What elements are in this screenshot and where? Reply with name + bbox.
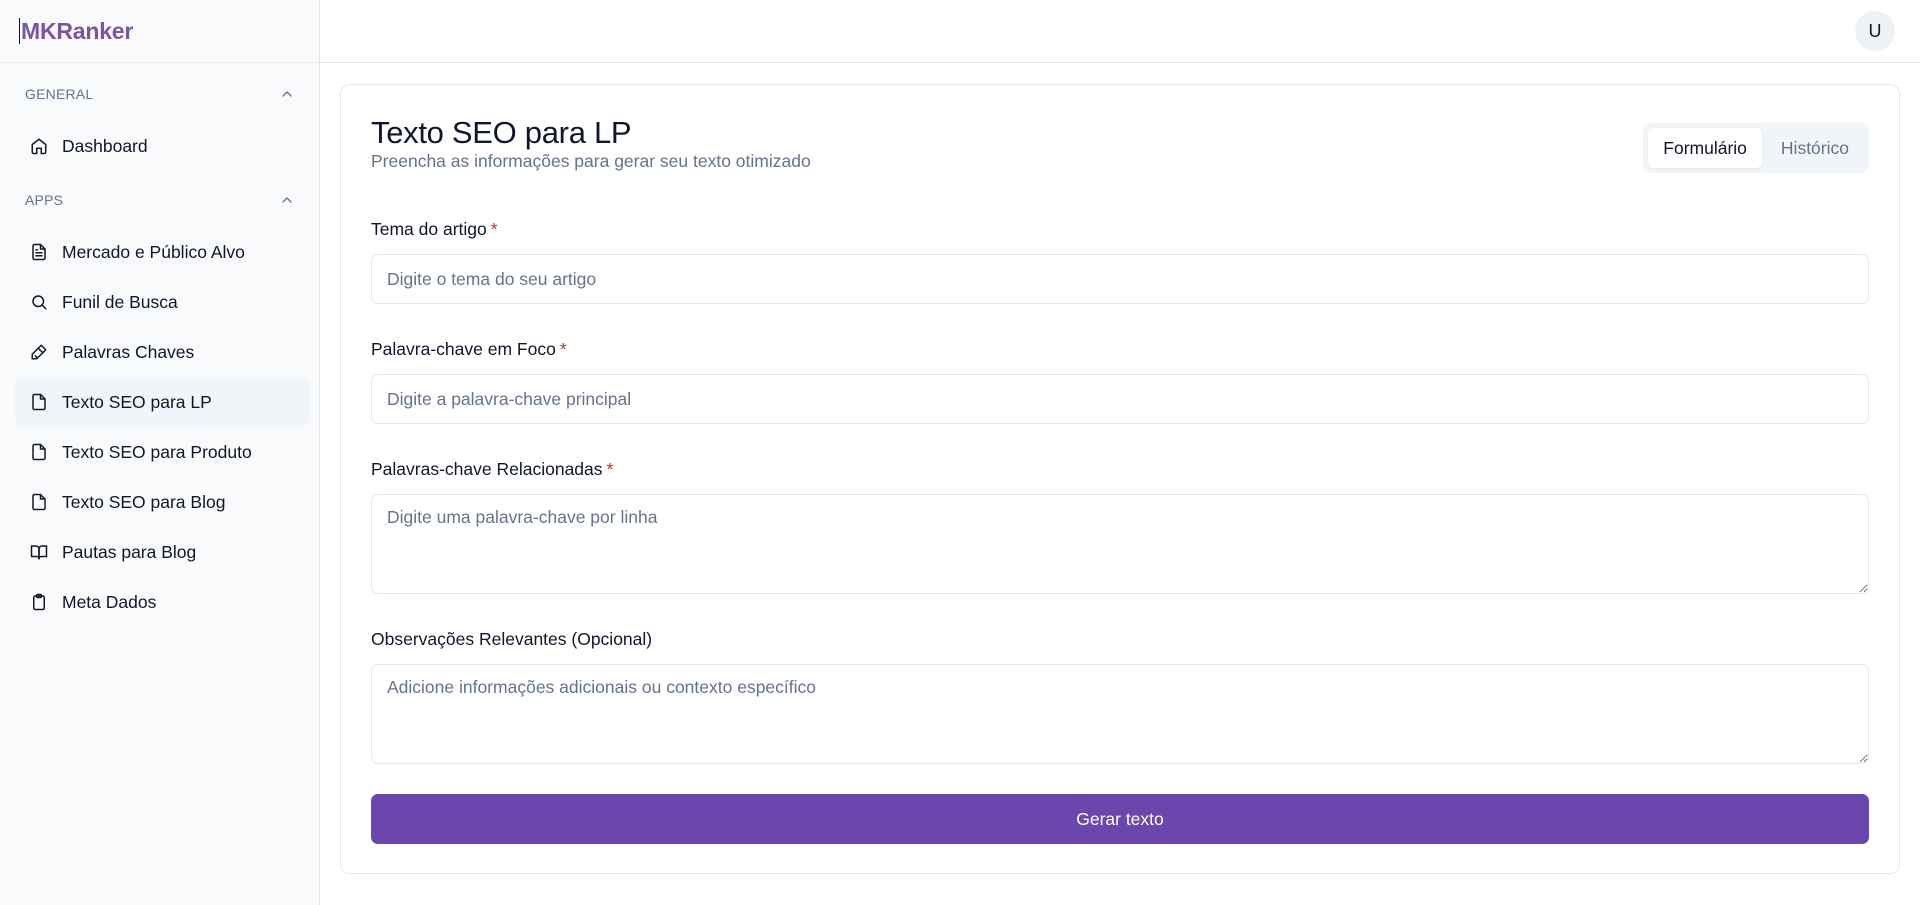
relacionadas-label: Palavras-chave Relacionadas * (371, 459, 613, 480)
document-text-icon (30, 243, 48, 261)
foco-label: Palavra-chave em Foco * (371, 339, 567, 360)
general-nav: Dashboard (0, 121, 319, 171)
file-icon (30, 443, 48, 461)
sidebar-item-texto-lp[interactable]: Texto SEO para LP (15, 377, 309, 427)
required-mark: * (606, 459, 614, 479)
sidebar-item-texto-blog[interactable]: Texto SEO para Blog (15, 477, 309, 527)
foco-input[interactable] (371, 374, 1869, 424)
tema-label: Tema do artigo * (371, 219, 498, 240)
clipboard-icon (30, 593, 48, 611)
sidebar-item-label: Dashboard (62, 135, 148, 156)
sidebar-item-label: Texto SEO para Produto (62, 441, 252, 462)
group-apps-header[interactable]: APPS (0, 185, 319, 215)
book-open-icon (30, 543, 48, 561)
sidebar-item-label: Funil de Busca (62, 291, 178, 312)
form-card: Texto SEO para LP Preencha as informaçõe… (340, 84, 1900, 874)
sidebar-item-funil[interactable]: Funil de Busca (15, 277, 309, 327)
tab-historico[interactable]: Histórico (1766, 128, 1864, 168)
sidebar-item-label: Mercado e Público Alvo (62, 241, 245, 262)
apps-nav: Mercado e Público Alvo Funil de Busca Pa… (0, 227, 319, 627)
foco-label-text: Palavra-chave em Foco (371, 339, 556, 359)
home-icon (30, 137, 48, 155)
key-icon (30, 343, 48, 361)
observacoes-textarea[interactable] (371, 664, 1869, 764)
sidebar: MKRanker GENERAL Dashboard APPS Mercado … (0, 0, 320, 905)
tema-label-text: Tema do artigo (371, 219, 487, 239)
sidebar-item-label: Texto SEO para LP (62, 391, 212, 412)
tema-input[interactable] (371, 254, 1869, 304)
group-general-label: GENERAL (25, 86, 94, 102)
sidebar-item-palavras[interactable]: Palavras Chaves (15, 327, 309, 377)
chevron-up-icon[interactable] (279, 192, 295, 208)
group-general-header[interactable]: GENERAL (0, 79, 319, 109)
brand-logo[interactable]: MKRanker (0, 0, 319, 63)
required-mark: * (490, 219, 498, 239)
sidebar-item-pautas[interactable]: Pautas para Blog (15, 527, 309, 577)
sidebar-item-label: Meta Dados (62, 591, 157, 612)
page-title: Texto SEO para LP (371, 115, 632, 150)
sidebar-item-label: Texto SEO para Blog (62, 491, 226, 512)
sidebar-item-meta[interactable]: Meta Dados (15, 577, 309, 627)
page-subtitle: Preencha as informações para gerar seu t… (371, 151, 811, 171)
tab-formulario[interactable]: Formulário (1648, 128, 1762, 168)
required-mark: * (559, 339, 567, 359)
sidebar-item-mercado[interactable]: Mercado e Público Alvo (15, 227, 309, 277)
search-icon (30, 293, 48, 311)
group-apps-label: APPS (25, 192, 64, 208)
relacionadas-label-text: Palavras-chave Relacionadas (371, 459, 603, 479)
sidebar-item-dashboard[interactable]: Dashboard (15, 121, 309, 171)
sidebar-item-label: Pautas para Blog (62, 541, 197, 562)
sidebar-item-texto-produto[interactable]: Texto SEO para Produto (15, 427, 309, 477)
chevron-up-icon[interactable] (279, 86, 295, 102)
avatar[interactable]: U (1855, 11, 1895, 51)
observacoes-label-text: Observações Relevantes (Opcional) (371, 629, 653, 649)
observacoes-label: Observações Relevantes (Opcional) (371, 629, 652, 650)
topbar: U (320, 0, 1920, 63)
generate-text-button[interactable]: Gerar texto (371, 794, 1869, 844)
relacionadas-textarea[interactable] (371, 494, 1869, 594)
sidebar-item-label: Palavras Chaves (62, 341, 195, 362)
file-icon (30, 493, 48, 511)
tab-list: Formulário Histórico (1643, 123, 1869, 173)
file-icon (30, 393, 48, 411)
